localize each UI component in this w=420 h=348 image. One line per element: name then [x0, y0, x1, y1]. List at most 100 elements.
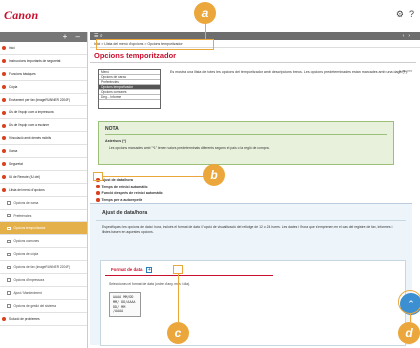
section-link-label: Ajust de data/hora — [101, 178, 133, 182]
sidebar-item[interactable]: Opcions de gestió del sistema — [0, 300, 87, 313]
date-format-list: AAAA MM/DD MM/ DD/AAAA DD/ MM /AAAA — [109, 292, 141, 318]
section-link-label: Temps per a autorepetir — [101, 197, 143, 202]
datetime-section: Ajust de data/hora Especifiqueu les opci… — [90, 203, 412, 346]
main-content: ☰ ⌕ ‹› Inici > Llista del menú d'opcions… — [90, 32, 420, 348]
sidebar-item[interactable]: Ús de l'equip com a impressora — [0, 106, 87, 120]
chapter-icon — [2, 162, 6, 167]
sidebar-item[interactable]: Solució de problemes — [0, 313, 87, 326]
callout-c: c — [167, 322, 189, 344]
sidebar-item[interactable]: Opcions de fax (imageRUNNER 2204F) — [0, 261, 87, 275]
callout-c-line — [178, 274, 179, 322]
sidebar-item-label: Opcions temporitzador — [13, 226, 46, 231]
note-subtitle: Asteriscs (*) — [105, 139, 126, 143]
sidebar-item-label: Solució de problemes — [9, 316, 40, 321]
sidebar-item-label: IU de Remote (IU del) — [9, 174, 41, 179]
sidebar-item[interactable]: Instruccions importants de seguretat — [0, 55, 87, 68]
note-box: NOTA Asteriscs (*) Les opcions marcades … — [98, 121, 394, 165]
page-icon — [7, 304, 11, 308]
sidebar-item-label: Opcions de còpia — [13, 252, 39, 257]
sidebar-item[interactable]: Opcions d'impressora — [0, 274, 87, 287]
sidebar-item[interactable]: Seguretat — [0, 158, 87, 171]
section-link[interactable]: Funció després de reinici automàtic — [96, 190, 420, 197]
section-link[interactable]: Ajust de data/hora — [96, 177, 420, 184]
sidebar-item[interactable]: Xarxa — [0, 145, 87, 159]
sidebar-item[interactable]: Opcions de còpia — [0, 248, 87, 262]
sidebar-item[interactable]: Vinculació amb demés mòbils — [0, 132, 87, 146]
subsection-title: Format de data + — [105, 261, 273, 276]
callout-d: d — [398, 322, 420, 344]
sidebar-item-label: Llista del menú d'opcions — [9, 187, 45, 192]
help-icon[interactable]: ? — [409, 9, 414, 19]
sidebar-item[interactable]: Preferències — [0, 210, 87, 223]
date-format-option: DD/ MM /AAAA — [113, 304, 126, 314]
chapter-icon — [2, 97, 6, 102]
sidebar-item-label: Opcions de xarxa — [13, 200, 39, 205]
date-format-option: MM/ DD/AAAA — [113, 299, 136, 304]
sidebar-item-label: Vinculació amb demés mòbils — [9, 136, 52, 141]
sidebar-item[interactable]: Còpia — [0, 81, 87, 94]
sidebar-item-label: Ajust / Manteniment — [13, 290, 42, 295]
sidebar-item-label: Còpia — [9, 84, 18, 89]
intro-text: Es mostra una llista de totes les opcion… — [170, 70, 408, 74]
chapter-icon — [2, 187, 6, 192]
next-page-icon[interactable]: › — [408, 33, 414, 39]
breadcrumb-highlight — [96, 39, 214, 50]
gear-icon[interactable]: ⚙ — [396, 9, 404, 19]
sidebar-item[interactable]: Ajust / Manteniment — [0, 287, 87, 300]
sidebar-item[interactable]: Inici — [0, 42, 87, 55]
panel-row: Deg... Informe — [99, 95, 160, 100]
sidebar-item-label: Seguretat — [9, 162, 23, 167]
chapter-icon — [2, 175, 6, 180]
sidebar-item[interactable]: Funcions bàsiques — [0, 68, 87, 81]
page-icon — [7, 239, 11, 244]
canon-logo: Canon — [4, 8, 39, 22]
chapter-icon — [2, 316, 6, 321]
chapter-icon — [2, 71, 6, 76]
chapter-icon — [2, 46, 6, 51]
intro-block: Menú Opcions de xarxa Preferències Opcions … — [94, 67, 416, 115]
sidebar-item-label: Xarxa — [9, 149, 18, 154]
sidebar: + – Inici Instruccions importants de segu… — [0, 32, 88, 348]
sidebar-item[interactable]: Ús de l'equip com a escàner — [0, 119, 87, 133]
sidebar-toolbar[interactable]: + – — [0, 32, 87, 42]
sidebar-item-label: Ús de l'equip com a impressora — [9, 110, 54, 115]
sidebar-item-label: Ús de l'equip com a escàner — [9, 123, 50, 128]
bullet-icon — [96, 191, 100, 195]
page-icon — [7, 213, 11, 218]
callout-a: a — [194, 2, 216, 24]
subsection-text: Seleccioneu el format de data (ordre d'a… — [109, 282, 191, 286]
sidebar-item-label: Opcions de fax (imageRUNNER 2204F) — [13, 265, 71, 270]
sidebar-item-label: Preferències — [13, 213, 32, 218]
totop-highlight — [398, 290, 420, 314]
sidebar-item-label: Opcions comunes — [13, 239, 40, 244]
page-icon — [7, 291, 11, 295]
callout-b: b — [203, 164, 225, 186]
sidebar-item[interactable]: Enviament per fax (imageRUNNER 2204F) — [0, 94, 87, 107]
page-icon — [7, 265, 11, 270]
page-icon — [7, 226, 11, 231]
section-title: Ajust de data/hora — [96, 204, 406, 221]
callout-a-line — [205, 22, 206, 39]
sidebar-item[interactable]: Opcions de xarxa — [0, 197, 87, 210]
chapter-icon — [2, 136, 6, 141]
date-format-box: Format de data + Seleccioneu el format de… — [100, 260, 406, 346]
section-link-label: Funció després de reinici automàtic — [101, 191, 163, 196]
sidebar-item-label: Opcions de gestió del sistema — [13, 303, 57, 308]
sidebar-item-label: Inici — [9, 46, 15, 50]
callout-b-line — [103, 176, 207, 177]
page-icon — [7, 201, 11, 205]
expand-icon[interactable]: + — [146, 267, 153, 273]
sidebar-item[interactable]: Opcions temporitzador — [0, 222, 87, 236]
section-link-label: Temps de reinici automàtic — [101, 184, 148, 189]
sidebar-item-label: Enviament per fax (imageRUNNER 2204F) — [9, 97, 70, 102]
chapter-icon — [2, 84, 6, 89]
panel-screenshot: Menú Opcions de xarxa Preferències Opcions … — [98, 69, 161, 109]
expand-highlight — [173, 265, 183, 274]
sidebar-item-label: Opcions d'impressora — [13, 278, 45, 283]
section-link[interactable]: Temps de reinici automàtic — [96, 184, 420, 191]
sidebar-list: Inici Instruccions importants de segureta… — [0, 42, 87, 326]
bullet-icon — [96, 198, 100, 202]
sidebar-item[interactable]: IU de Remote (IU del) — [0, 171, 87, 184]
sidebar-item[interactable]: Llista del menú d'opcions — [0, 184, 87, 197]
sidebar-item[interactable]: Opcions comunes — [0, 235, 87, 249]
